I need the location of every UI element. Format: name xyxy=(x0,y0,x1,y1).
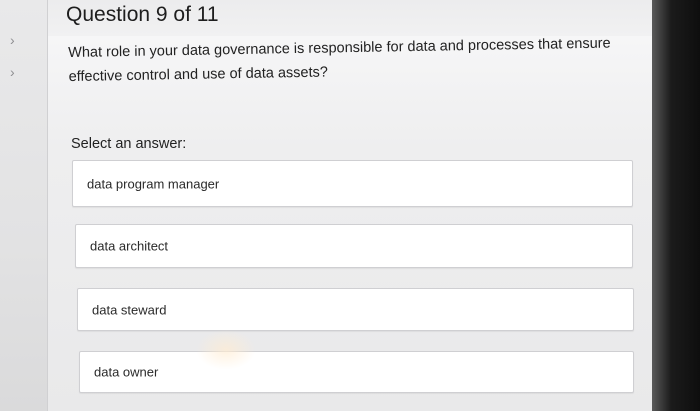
chevron-right-icon[interactable]: › xyxy=(10,33,22,47)
answer-option-data-architect[interactable]: data architect xyxy=(75,224,633,268)
answer-option-label: data architect xyxy=(90,238,169,254)
question-counter: Question 9 of 11 xyxy=(66,3,219,26)
select-answer-label: Select an answer: xyxy=(71,136,187,152)
chevron-right-icon[interactable]: › xyxy=(10,65,22,79)
left-rail: › › xyxy=(0,0,48,411)
answer-option-label: data program manager xyxy=(87,176,220,191)
answer-option-data-program-manager[interactable]: data program manager xyxy=(72,160,633,207)
answer-option-label: data steward xyxy=(92,302,167,317)
answer-option-data-owner[interactable]: data owner xyxy=(79,351,634,393)
screen-glare xyxy=(196,330,256,370)
answer-option-label: data owner xyxy=(94,364,159,380)
answer-option-data-steward[interactable]: data steward xyxy=(77,288,634,331)
screen-bezel xyxy=(652,0,700,411)
question-text: What role in your data governance is res… xyxy=(68,35,611,85)
